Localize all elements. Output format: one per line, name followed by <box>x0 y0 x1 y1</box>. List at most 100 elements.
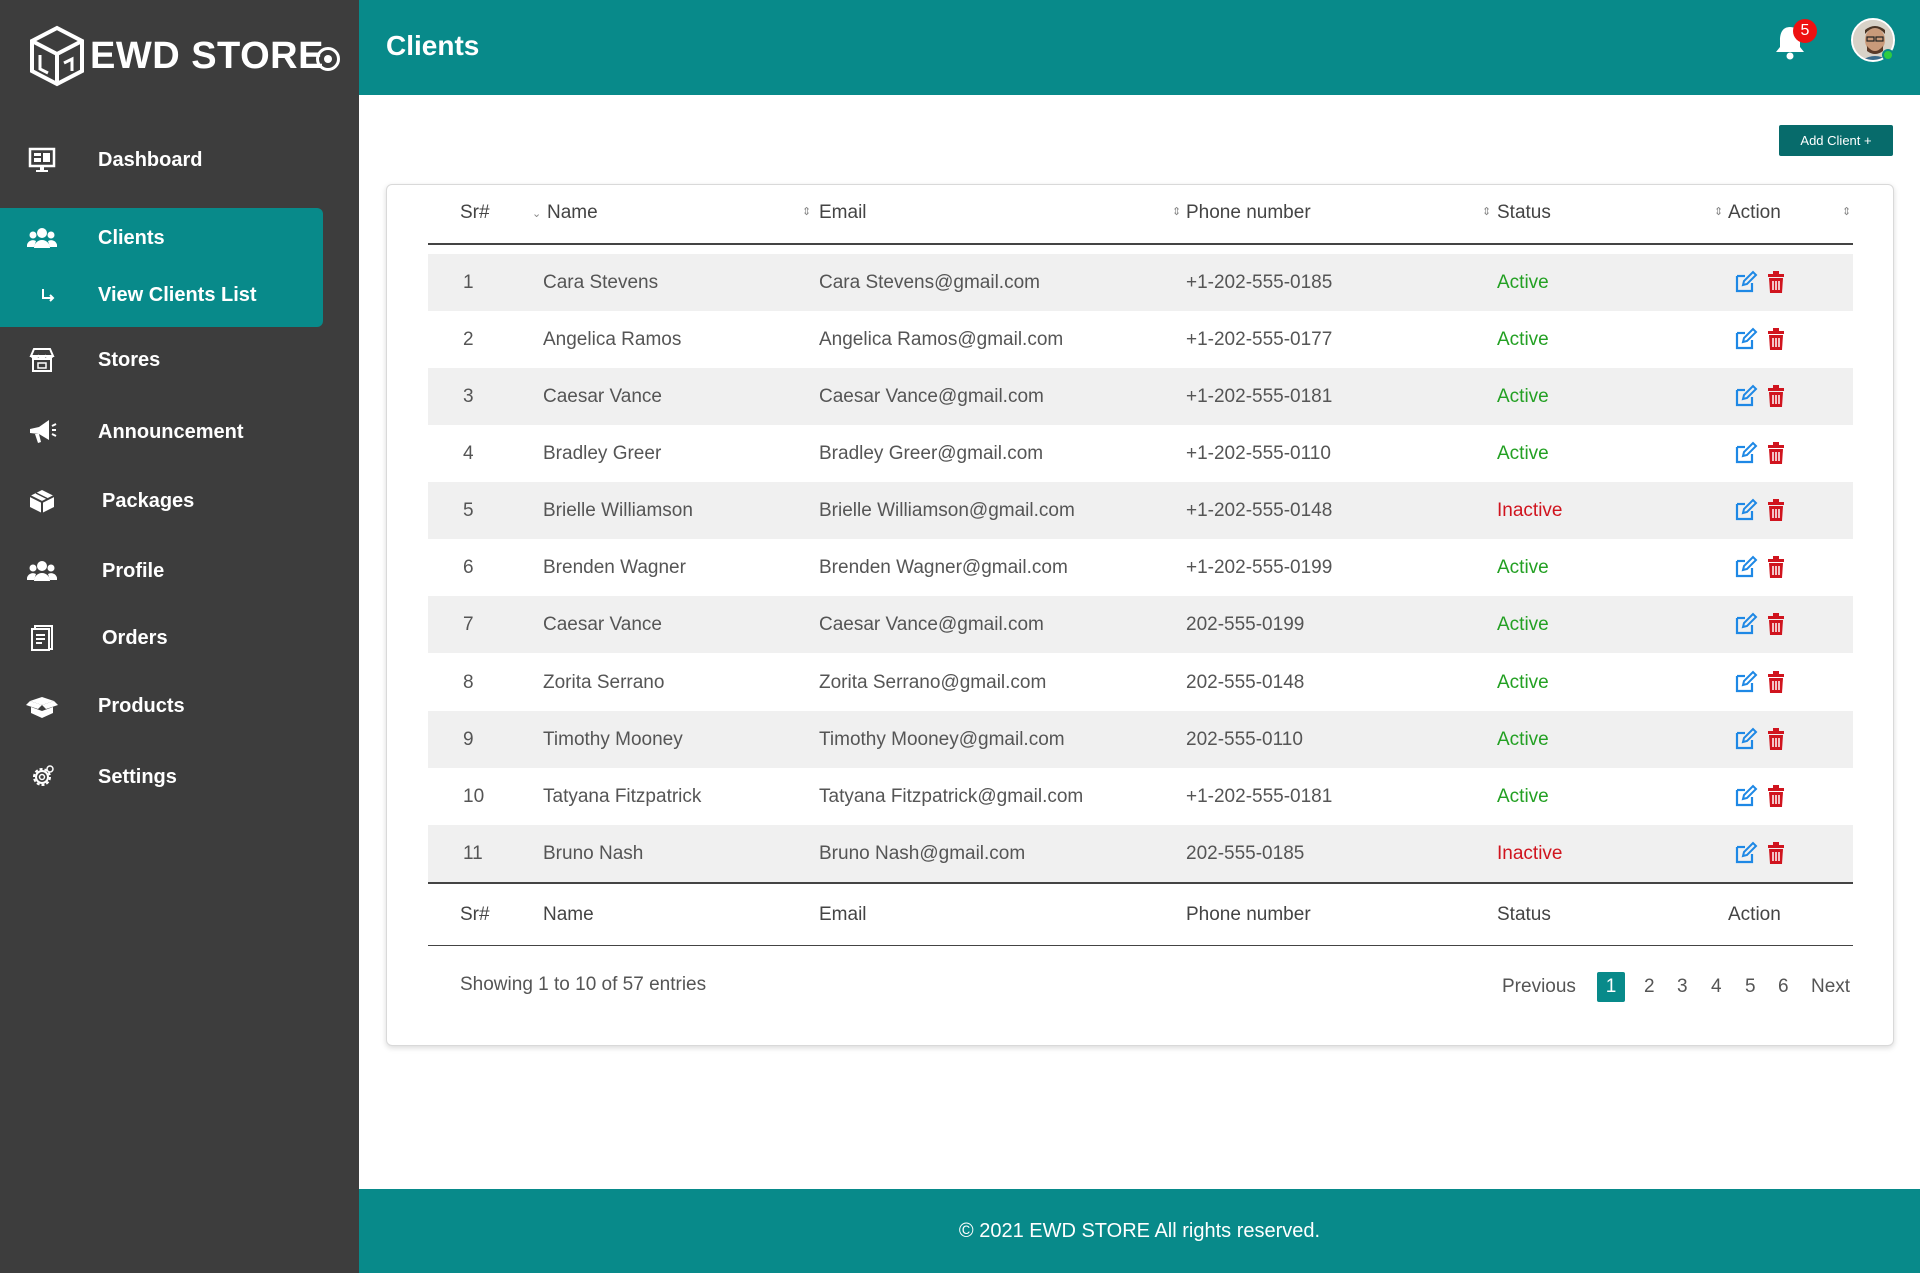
pagination-page[interactable]: 3 <box>1677 972 1688 1002</box>
pagination-page[interactable]: 5 <box>1745 972 1756 1002</box>
cell-phone: +1-202-555-0199 <box>1186 557 1333 578</box>
edit-icon[interactable] <box>1734 270 1758 294</box>
pagination-next[interactable]: Next <box>1811 972 1850 1002</box>
online-status-icon <box>1882 49 1894 61</box>
profile-icon <box>26 555 58 587</box>
pagination-page[interactable]: 1 <box>1597 972 1625 1002</box>
cell-email: Caesar Vance@gmail.com <box>819 614 1044 635</box>
cell-sr: 7 <box>463 614 474 635</box>
cell-sr: 4 <box>463 443 474 464</box>
sidebar-item-packages[interactable]: Packages <box>0 473 359 529</box>
sidebar-item-products[interactable]: Products <box>0 678 359 734</box>
pagination-previous[interactable]: Previous <box>1502 972 1576 1002</box>
table-header: Sr# ⌄ Name ⇕ Email ⇕ Phone number ⇕ Stat… <box>428 180 1853 245</box>
cell-status: Active <box>1497 386 1549 407</box>
cell-email: Bruno Nash@gmail.com <box>819 843 1026 864</box>
cell-status: Active <box>1497 329 1549 350</box>
column-header-phone[interactable]: Phone number <box>1186 180 1311 245</box>
sidebar-item-stores[interactable]: Stores <box>0 332 359 388</box>
cell-sr: 5 <box>463 500 474 521</box>
brand[interactable]: EWD STORE <box>28 24 324 88</box>
footer-header-phone: Phone number <box>1186 904 1311 925</box>
table-row: 6 Brenden Wagner Brenden Wagner@gmail.com +… <box>428 539 1853 596</box>
delete-icon[interactable] <box>1765 784 1789 808</box>
edit-icon[interactable] <box>1734 327 1758 351</box>
sidebar-item-label: Profile <box>102 559 165 582</box>
delete-icon[interactable] <box>1765 841 1789 865</box>
cell-email: Zorita Serrano@gmail.com <box>819 672 1047 693</box>
edit-icon[interactable] <box>1734 498 1758 522</box>
cell-status: Active <box>1497 272 1549 293</box>
edit-icon[interactable] <box>1734 555 1758 579</box>
sidebar-item-label: Packages <box>102 489 195 512</box>
cell-name: Zorita Serrano <box>543 672 665 693</box>
sort-desc-icon[interactable]: ⌄ <box>532 180 541 248</box>
edit-icon[interactable] <box>1734 670 1758 694</box>
pagination-page[interactable]: 4 <box>1711 972 1722 1002</box>
table-row: 10 Tatyana Fitzpatrick Tatyana Fitzpatrick… <box>428 768 1853 825</box>
edit-icon[interactable] <box>1734 727 1758 751</box>
sort-icon[interactable]: ⇕ <box>1842 180 1851 244</box>
footer-header-sr: Sr# <box>460 904 490 925</box>
pagination-page[interactable]: 6 <box>1778 972 1789 1002</box>
add-client-button[interactable]: Add Client + <box>1779 125 1893 156</box>
column-header-sr[interactable]: Sr# <box>460 180 490 245</box>
orders-icon <box>26 622 58 654</box>
cell-name: Bradley Greer <box>543 443 662 464</box>
edit-icon[interactable] <box>1734 612 1758 636</box>
table-row: 9 Timothy Mooney Timothy Mooney@gmail.com 2… <box>428 711 1853 768</box>
cell-phone: 202-555-0185 <box>1186 843 1305 864</box>
delete-icon[interactable] <box>1765 384 1789 408</box>
top-header: Clients 5 <box>359 0 1920 95</box>
table-row: 8 Zorita Serrano Zorita Serrano@gmail.com 2… <box>428 654 1853 711</box>
delete-icon[interactable] <box>1765 612 1789 636</box>
edit-icon[interactable] <box>1734 384 1758 408</box>
gear-icon <box>26 761 58 793</box>
sidebar-item-announcement[interactable]: Announcement <box>0 404 359 460</box>
sidebar-item-view-clients-list[interactable]: View Clients List <box>0 267 359 323</box>
sidebar-item-orders[interactable]: Orders <box>0 610 359 666</box>
table-row: 11 Bruno Nash Bruno Nash@gmail.com 202-555-… <box>428 825 1853 882</box>
copyright-text: © 2021 EWD STORE All rights reserved. <box>958 1220 1321 1242</box>
delete-icon[interactable] <box>1765 270 1789 294</box>
sidebar-item-label: Announcement <box>98 420 244 443</box>
table-footer: Sr# Name Email Phone number Status Actio… <box>428 882 1853 946</box>
sort-icon[interactable]: ⇕ <box>1172 180 1181 244</box>
sidebar-item-clients[interactable]: Clients <box>0 210 359 266</box>
sidebar-item-dashboard[interactable]: Dashboard <box>0 132 359 188</box>
sort-icon[interactable]: ⇕ <box>1482 180 1491 244</box>
column-header-action[interactable]: Action <box>1728 180 1781 245</box>
sidebar-item-label: View Clients List <box>98 283 257 306</box>
delete-icon[interactable] <box>1765 727 1789 751</box>
cell-email: Brielle Williamson@gmail.com <box>819 500 1075 521</box>
edit-icon[interactable] <box>1734 841 1758 865</box>
cell-email: Tatyana Fitzpatrick@gmail.com <box>819 786 1084 807</box>
sidebar-item-settings[interactable]: Settings <box>0 749 359 805</box>
footer-header-name: Name <box>543 904 594 925</box>
cell-phone: +1-202-555-0181 <box>1186 786 1333 807</box>
cell-status: Inactive <box>1497 843 1563 864</box>
cell-status: Inactive <box>1497 500 1563 521</box>
delete-icon[interactable] <box>1765 555 1789 579</box>
delete-icon[interactable] <box>1765 670 1789 694</box>
edit-icon[interactable] <box>1734 441 1758 465</box>
sidebar-toggle-icon[interactable] <box>316 47 340 71</box>
column-header-name[interactable]: Name <box>547 180 598 245</box>
cell-sr: 10 <box>463 786 485 807</box>
sort-icon[interactable]: ⇕ <box>802 180 811 244</box>
delete-icon[interactable] <box>1765 327 1789 351</box>
column-header-status[interactable]: Status <box>1497 180 1551 245</box>
sidebar-item-label: Stores <box>98 348 161 371</box>
column-header-email[interactable]: Email <box>819 180 867 245</box>
sort-icon[interactable]: ⇕ <box>1714 180 1723 244</box>
delete-icon[interactable] <box>1765 498 1789 522</box>
monitor-icon <box>26 144 58 176</box>
sidebar-item-profile[interactable]: Profile <box>0 543 359 599</box>
pagination-page[interactable]: 2 <box>1644 972 1655 1002</box>
cell-email: Timothy Mooney@gmail.com <box>819 729 1065 750</box>
table-row: 1 Cara Stevens Cara Stevens@gmail.com +1-20… <box>428 254 1853 311</box>
entries-info: Showing 1 to 10 of 57 entries <box>460 974 707 995</box>
cell-name: Brenden Wagner <box>543 557 686 578</box>
edit-icon[interactable] <box>1734 784 1758 808</box>
delete-icon[interactable] <box>1765 441 1789 465</box>
